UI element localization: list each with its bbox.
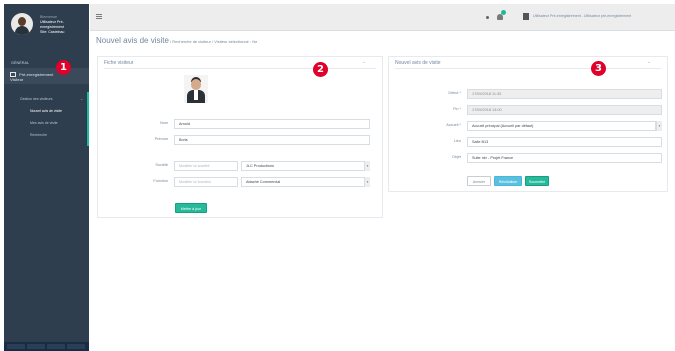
fin-input[interactable]: 17/09/2018 13:00 [467, 105, 662, 115]
sidebar-submenu: Gestion des visiteurs ⌄ Nouvel avis de v… [4, 92, 89, 146]
chevron-down-icon[interactable]: ▾ [656, 121, 662, 131]
sidebar-group-label: Gestion des visiteurs [20, 97, 53, 101]
collapse-icon[interactable]: ⌄ [362, 59, 366, 65]
nav-section-title: GÉNÉRAL [11, 61, 30, 65]
societe-modify-input[interactable]: Modifier la société [174, 161, 238, 171]
debut-label: Début * [448, 91, 461, 95]
objet-label: Objet [451, 155, 461, 159]
collapse-icon[interactable]: ⌄ [647, 59, 651, 65]
accueil-label: Accueil * [446, 123, 461, 127]
visit-panel-header: Nouvel avis de visite ⌄ [395, 57, 661, 69]
user-profile: Bienvenue Utilisateur Pré- enregistremen… [4, 4, 89, 48]
lieu-label: Lieu [453, 139, 461, 143]
annotation-badge-2: 2 [313, 62, 328, 77]
nom-label: Nom [159, 121, 168, 125]
fin-label: Fin * [453, 107, 461, 111]
visitor-photo [184, 75, 208, 103]
update-visitor-button[interactable]: Mettre à jour [175, 203, 207, 213]
fonction-modify-input[interactable]: Modifier la fonction [174, 177, 238, 187]
logout-icon[interactable] [67, 344, 85, 349]
dot-icon[interactable] [486, 16, 489, 19]
visitor-panel-title: Fiche visiteur [104, 60, 134, 66]
accueil-select[interactable]: Accueil principal (Accueil par défaut) [467, 121, 656, 131]
breadcrumb: / Recherche de visiteur / Visiteur sélec… [168, 39, 258, 44]
societe-select[interactable]: JLC Productions [241, 161, 365, 171]
chevron-down-icon[interactable]: ▾ [364, 161, 370, 171]
cancel-button[interactable]: Annuler [467, 176, 491, 186]
menu-toggle-icon[interactable] [96, 14, 102, 20]
sidebar-footer [4, 342, 89, 351]
settings-icon[interactable] [7, 344, 25, 349]
visitor-panel: Fiche visiteur ⌄ Nom Arnold Prénom Boris… [97, 56, 383, 218]
topbar-user-name[interactable]: Utilisateur Pré-enregistrement - Utilisa… [533, 14, 631, 18]
visit-panel-title: Nouvel avis de visite [395, 60, 441, 66]
user-site: Site: Castelnau [40, 30, 65, 34]
page-title-text: Nouvel avis de visite [96, 36, 169, 45]
nom-input[interactable]: Arnold [174, 119, 370, 129]
reset-button[interactable]: Réinitialiser [494, 176, 522, 186]
chevron-down-icon[interactable]: ▾ [364, 177, 370, 187]
annotation-badge-3: 3 [591, 61, 606, 76]
user-icon[interactable] [523, 13, 529, 20]
sidebar-item-my-visits[interactable]: Mes avis de visite [4, 121, 89, 125]
notification-indicator [501, 10, 506, 15]
fonction-select[interactable]: Attaché Commercial [241, 177, 365, 187]
sidebar-item-sublabel: Visiteur [10, 77, 24, 83]
lock-icon[interactable] [47, 344, 65, 349]
debut-input[interactable]: 17/09/2018 11:30 [467, 89, 662, 99]
lieu-input[interactable]: Salle B13 [467, 137, 662, 147]
chevron-down-icon: ⌄ [80, 97, 83, 101]
sidebar: Bienvenue Utilisateur Pré- enregistremen… [4, 4, 89, 351]
sidebar-group-visitor-management[interactable]: Gestion des visiteurs ⌄ [4, 97, 89, 101]
prenom-input[interactable]: Boris [174, 135, 370, 145]
user-info: Bienvenue Utilisateur Pré- enregistremen… [40, 15, 64, 35]
prenom-label: Prénom [154, 137, 168, 141]
page-title: Nouvel avis de visite / Recherche de vis… [96, 36, 257, 45]
fullscreen-icon[interactable] [27, 344, 45, 349]
fonction-label: Fonction [153, 179, 168, 183]
annotation-badge-1: 1 [56, 60, 71, 75]
sidebar-item-label: Pré-enregistrement [19, 72, 54, 77]
societe-label: Société [155, 163, 168, 167]
visitor-panel-header: Fiche visiteur ⌄ [104, 57, 376, 69]
top-navbar: Utilisateur Pré-enregistrement - Utilisa… [90, 4, 675, 31]
visit-panel: Nouvel avis de visite ⌄ Début * 17/09/20… [388, 56, 668, 192]
sidebar-item-search[interactable]: Recherche [4, 133, 89, 137]
objet-input[interactable]: Suite rdv - Projet France [467, 153, 662, 163]
submit-button[interactable]: Soumettre [525, 176, 549, 186]
sidebar-item-preregistration[interactable]: Pré-enregistrement Visiteur [4, 68, 89, 84]
sidebar-item-new-visit[interactable]: Nouvel avis de visite [4, 109, 89, 113]
avatar [11, 13, 33, 35]
